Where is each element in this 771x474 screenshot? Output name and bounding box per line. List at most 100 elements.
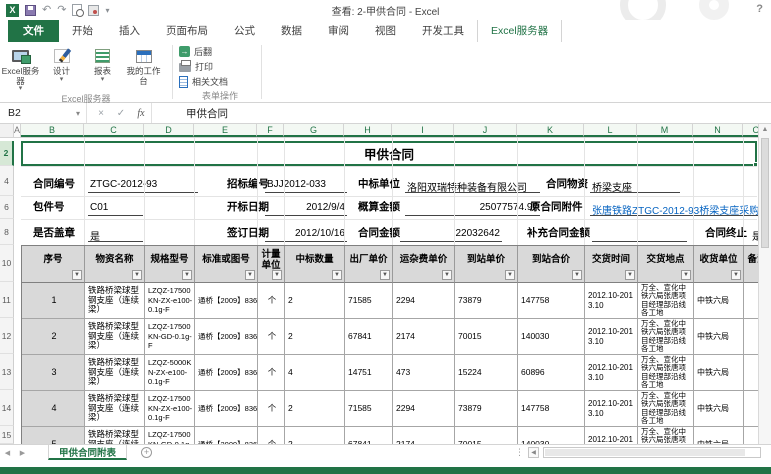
filter-dropdown-icon[interactable]: ▼: [272, 270, 282, 280]
cell[interactable]: 中铁六局: [694, 283, 744, 319]
related-docs-button[interactable]: 相关文档: [179, 74, 261, 89]
cell[interactable]: 73879: [455, 283, 518, 319]
cell[interactable]: 2012.10-2013.10: [585, 355, 638, 391]
ribbon-tab-6[interactable]: 审阅: [315, 20, 362, 42]
table-header-2[interactable]: 规格型号▼: [145, 246, 195, 283]
cell[interactable]: LZQZ-17500KN-GD-0.1g-F: [145, 319, 195, 355]
ribbon-tab-file[interactable]: 文件: [8, 19, 59, 42]
cell[interactable]: 71585: [345, 391, 393, 427]
flip-back-button[interactable]: → 后翻: [179, 44, 261, 59]
original-contract-link[interactable]: 张唐铁路ZTGC-2012-93桥梁支座采购合同: [590, 201, 758, 216]
row-header-2[interactable]: 2: [0, 141, 14, 166]
table-header-4[interactable]: 计量单位▼: [258, 246, 285, 283]
column-header-E[interactable]: E: [194, 124, 257, 137]
cell[interactable]: 铁路桥梁球型钢支座（连续梁）: [85, 319, 145, 355]
next-sheet-icon[interactable]: ▶: [15, 445, 30, 460]
table-header-7[interactable]: 运杂费单价▼: [393, 246, 455, 283]
cell[interactable]: 中铁六局: [694, 427, 744, 444]
cell[interactable]: 中铁六局: [694, 391, 744, 427]
material-field[interactable]: 桥梁支座: [590, 178, 680, 193]
row-header-15[interactable]: 15: [0, 426, 14, 444]
filter-dropdown-icon[interactable]: ▼: [681, 270, 691, 280]
grid[interactable]: 1514131211108642 甲供合同 合同编号 ZTGC-2012-93 …: [0, 138, 771, 444]
cell[interactable]: 通桥【2009】8361: [195, 427, 258, 444]
cell[interactable]: 万全、宣化中铁六局张唐项目经理部沿线各工地: [638, 355, 694, 391]
column-header-F[interactable]: F: [257, 124, 284, 137]
ribbon-tab-4[interactable]: 公式: [221, 20, 268, 42]
workbench-button[interactable]: 我的工作台: [123, 44, 164, 92]
cell[interactable]: 70015: [455, 427, 518, 444]
row-header-12[interactable]: 12: [0, 318, 14, 354]
contract-amount-field[interactable]: 22032642: [400, 227, 502, 242]
horizontal-scroll-thumb[interactable]: [545, 449, 745, 456]
cell[interactable]: 铁路桥梁球型钢支座（连续梁）: [85, 427, 145, 444]
name-box[interactable]: B2 ▾: [0, 103, 86, 123]
cell[interactable]: 个: [258, 355, 285, 391]
excel-server-button[interactable]: Excel服务器 ▾: [0, 44, 41, 92]
column-header-I[interactable]: I: [392, 124, 454, 137]
bid-no-field[interactable]: BJJ2012-033: [265, 178, 347, 193]
more-icon[interactable]: ⋮: [515, 447, 524, 458]
ribbon-tab-3[interactable]: 页面布局: [153, 20, 221, 42]
cell[interactable]: 67841: [345, 427, 393, 444]
cell[interactable]: 4: [22, 391, 85, 427]
cell[interactable]: 中铁六局: [694, 355, 744, 391]
cell[interactable]: 2: [285, 283, 345, 319]
cell[interactable]: 70015: [455, 319, 518, 355]
winner-field[interactable]: 洛阳双瑞特种装备有限公司: [405, 178, 540, 193]
ribbon-tab-7[interactable]: 视图: [362, 20, 409, 42]
horizontal-scrollbar[interactable]: [543, 447, 761, 458]
cell[interactable]: 60896: [518, 355, 585, 391]
column-header-N[interactable]: N: [693, 124, 743, 137]
vertical-scrollbar[interactable]: ▲: [758, 124, 771, 444]
cell[interactable]: 个: [258, 391, 285, 427]
cell[interactable]: 2294: [393, 391, 455, 427]
cancel-button[interactable]: ×: [91, 103, 111, 123]
sheet-tab-active[interactable]: 甲供合同附表: [48, 445, 127, 460]
table-header-3[interactable]: 标准或图号▼: [195, 246, 258, 283]
cell[interactable]: LZQZ-17500KN-ZX-e100-0.1g-F: [145, 283, 195, 319]
ribbon-tab-5[interactable]: 数据: [268, 20, 315, 42]
cell[interactable]: 通桥【2009】8361: [195, 319, 258, 355]
supplement-amount-field[interactable]: [592, 227, 687, 242]
cell[interactable]: 473: [393, 355, 455, 391]
row-header-14[interactable]: 14: [0, 390, 14, 426]
filter-dropdown-icon[interactable]: ▼: [505, 270, 515, 280]
cell[interactable]: 5: [22, 427, 85, 444]
cell[interactable]: 15224: [455, 355, 518, 391]
cell[interactable]: 2: [22, 319, 85, 355]
print-button[interactable]: 打印: [179, 59, 261, 74]
cell[interactable]: 2174: [393, 427, 455, 444]
ribbon-tab-8[interactable]: 开发工具: [409, 20, 477, 42]
filter-dropdown-icon[interactable]: ▼: [380, 270, 390, 280]
column-header-G[interactable]: G: [284, 124, 344, 137]
cell[interactable]: 14751: [345, 355, 393, 391]
filter-dropdown-icon[interactable]: ▼: [572, 270, 582, 280]
sealed-field[interactable]: 是: [88, 227, 143, 242]
column-header-C[interactable]: C: [84, 124, 144, 137]
ribbon-tab-2[interactable]: 插入: [106, 20, 153, 42]
filter-dropdown-icon[interactable]: ▼: [245, 270, 255, 280]
package-no-field[interactable]: C01: [88, 201, 143, 216]
cell[interactable]: 2012.10-2013.10: [585, 427, 638, 444]
cell[interactable]: 个: [258, 427, 285, 444]
column-header-B[interactable]: B: [21, 124, 84, 137]
cell[interactable]: 3: [22, 355, 85, 391]
cell[interactable]: LZQZ-5000KN-ZX-e100-0.1g-F: [145, 355, 195, 391]
hscroll-left-icon[interactable]: ◀: [528, 447, 539, 458]
cell[interactable]: 铁路桥梁球型钢支座（连续梁）: [85, 355, 145, 391]
cell[interactable]: 140030: [518, 319, 585, 355]
insert-function-button[interactable]: fx: [131, 103, 151, 123]
table-header-5[interactable]: 中标数量▼: [285, 246, 345, 283]
table-header-0[interactable]: 序号▼: [22, 246, 85, 283]
cell[interactable]: 个: [258, 319, 285, 355]
column-header-J[interactable]: J: [454, 124, 517, 137]
enter-button[interactable]: ✓: [111, 103, 131, 123]
filter-dropdown-icon[interactable]: ▼: [731, 270, 741, 280]
cell[interactable]: 4: [285, 355, 345, 391]
add-sheet-icon[interactable]: +: [141, 447, 152, 458]
ribbon-tab-9[interactable]: Excel服务器: [477, 19, 562, 42]
cell[interactable]: 铁路桥梁球型钢支座（连续梁）: [85, 391, 145, 427]
table-header-6[interactable]: 出厂单价▼: [345, 246, 393, 283]
cell[interactable]: 万全、宣化中铁六局张唐项目经理部沿线各工地: [638, 427, 694, 444]
